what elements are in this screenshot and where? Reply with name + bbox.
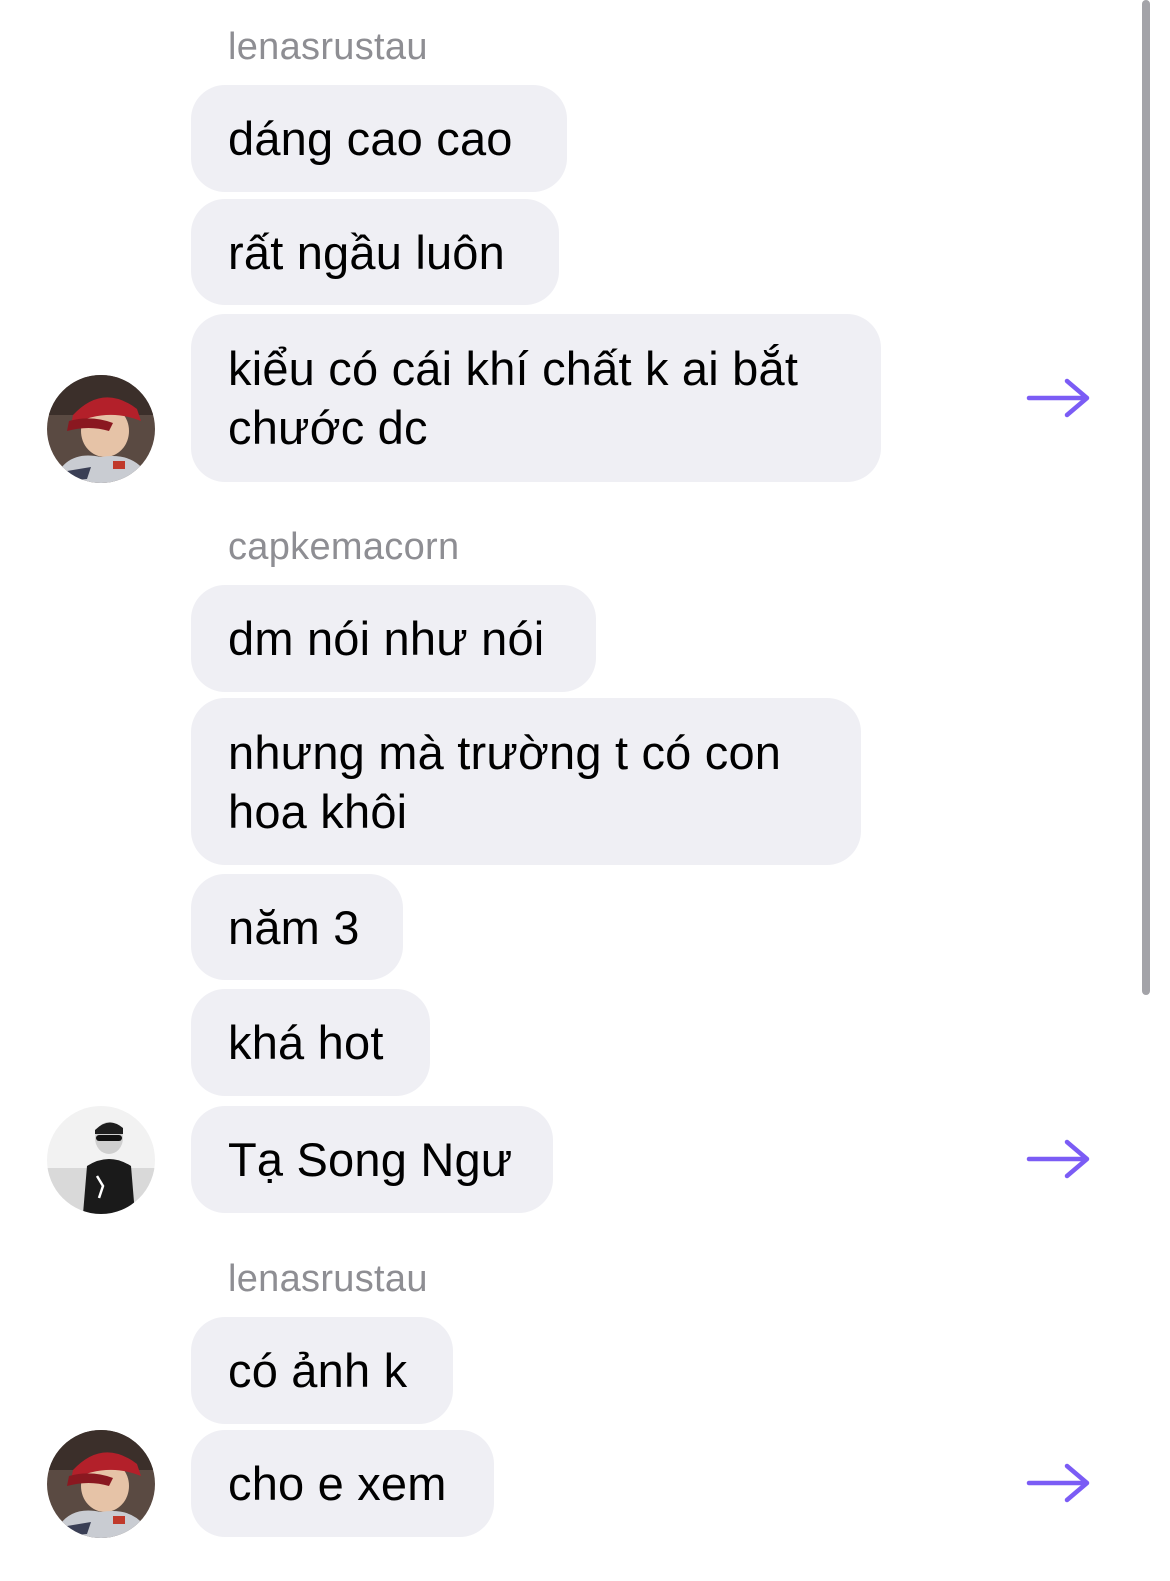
sender-name: lenasrustau bbox=[228, 26, 428, 68]
sender-name: capkemacorn bbox=[228, 526, 460, 568]
message-bubble[interactable]: cho e xem bbox=[191, 1430, 494, 1537]
share-arrow-icon[interactable] bbox=[1025, 1137, 1093, 1181]
avatar[interactable] bbox=[47, 1430, 155, 1538]
share-arrow-icon[interactable] bbox=[1025, 376, 1093, 420]
message-text: có ảnh k bbox=[228, 1344, 408, 1397]
message-text: dáng cao cao bbox=[228, 112, 513, 165]
user-photo-red-cap-icon bbox=[47, 375, 155, 483]
avatar[interactable] bbox=[47, 1106, 155, 1214]
message-text: năm 3 bbox=[228, 900, 360, 954]
scrollbar[interactable] bbox=[1142, 0, 1150, 995]
message-bubble[interactable]: khá hot bbox=[191, 989, 430, 1096]
sender-name: lenasrustau bbox=[228, 1258, 428, 1300]
message-text: Tạ Song Ngư bbox=[228, 1133, 513, 1186]
message-bubble[interactable]: có ảnh k bbox=[191, 1317, 453, 1424]
avatar[interactable] bbox=[47, 375, 155, 483]
message-bubble[interactable]: dáng cao cao bbox=[191, 85, 567, 192]
message-text: rất ngầu luôn bbox=[228, 225, 505, 279]
message-bubble[interactable]: dm nói như nói bbox=[191, 585, 596, 692]
user-photo-sunglasses-icon bbox=[47, 1106, 155, 1214]
message-bubble[interactable]: nhưng mà trường t có con hoa khôi bbox=[191, 698, 861, 865]
message-text: kiểu có cái khí chất k ai bắt chước dc bbox=[228, 342, 812, 454]
message-bubble[interactable]: Tạ Song Ngư bbox=[191, 1106, 553, 1213]
message-text: cho e xem bbox=[228, 1457, 447, 1510]
message-text: khá hot bbox=[228, 1016, 384, 1069]
message-text: nhưng mà trường t có con hoa khôi bbox=[228, 725, 795, 838]
message-text: dm nói như nói bbox=[228, 612, 545, 665]
share-arrow-icon[interactable] bbox=[1025, 1461, 1093, 1505]
message-bubble[interactable]: rất ngầu luôn bbox=[191, 199, 559, 305]
message-bubble[interactable]: kiểu có cái khí chất k ai bắt chước dc bbox=[191, 314, 881, 482]
user-photo-red-cap-icon bbox=[47, 1430, 155, 1538]
message-bubble[interactable]: năm 3 bbox=[191, 874, 403, 980]
